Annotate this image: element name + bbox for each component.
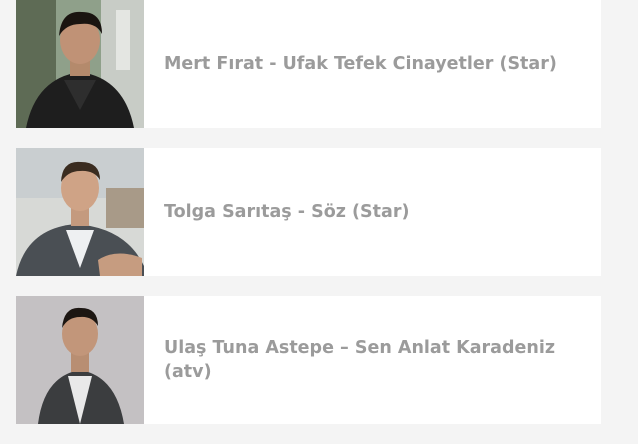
- article-card-ulas-tuna-astepe[interactable]: Ulaş Tuna Astepe – Sen Anlat Karadeniz (…: [16, 296, 601, 424]
- article-title[interactable]: Ulaş Tuna Astepe – Sen Anlat Karadeniz (…: [164, 336, 561, 384]
- article-title[interactable]: Mert Fırat - Ufak Tefek Cinayetler (Star…: [164, 52, 557, 76]
- article-card-tolga-saritas[interactable]: Tolga Sarıtaş - Söz (Star): [16, 148, 601, 276]
- article-title[interactable]: Tolga Sarıtaş - Söz (Star): [164, 200, 409, 224]
- portrait-photo-icon: [16, 296, 144, 424]
- article-card-mert-firat[interactable]: Mert Fırat - Ufak Tefek Cinayetler (Star…: [16, 0, 601, 128]
- article-thumbnail-ulas-tuna-astepe[interactable]: [16, 296, 144, 424]
- portrait-photo-icon: [16, 148, 144, 276]
- article-thumbnail-mert-firat[interactable]: [16, 0, 144, 128]
- portrait-photo-icon: [16, 0, 144, 128]
- article-thumbnail-tolga-saritas[interactable]: [16, 148, 144, 276]
